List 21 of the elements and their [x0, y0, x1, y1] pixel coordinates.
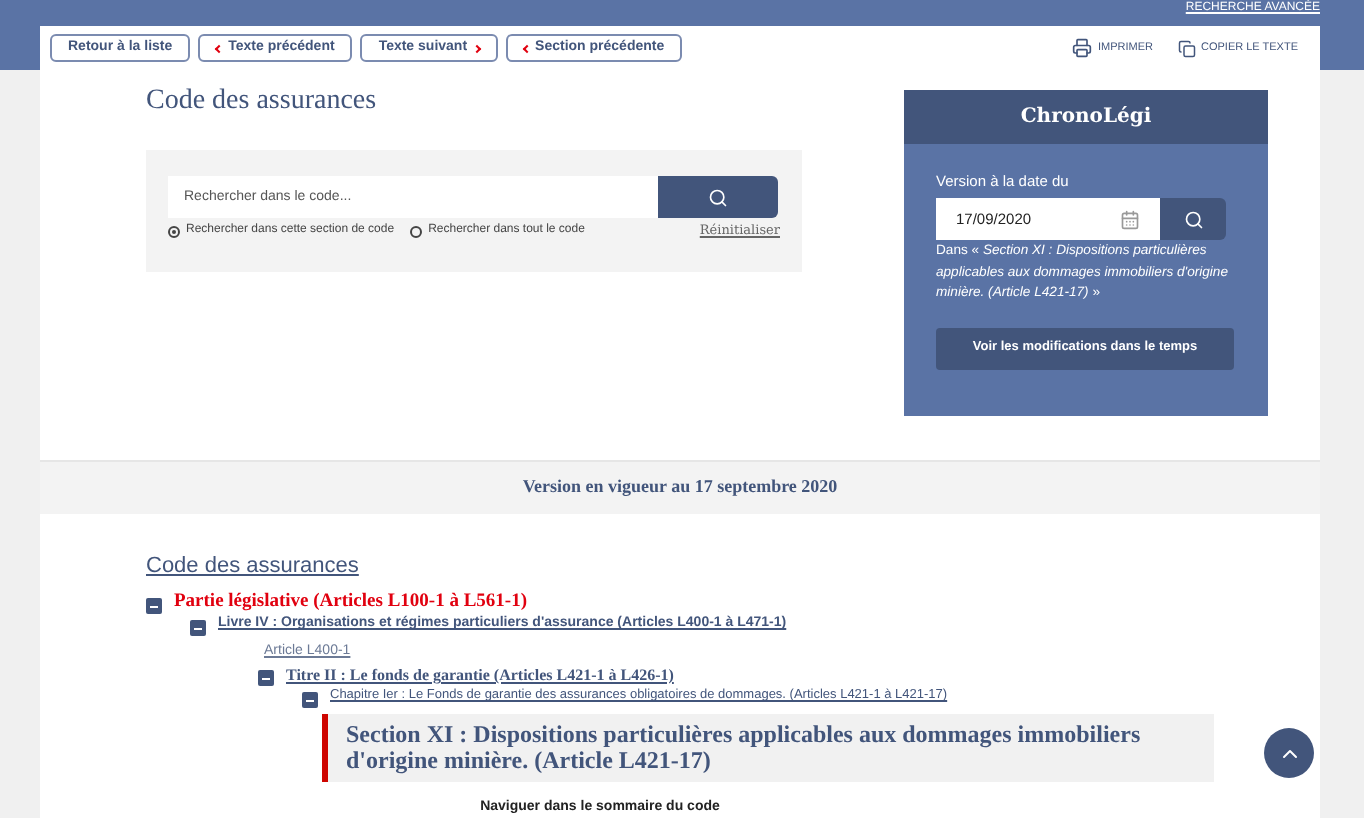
search-icon [708, 187, 728, 207]
chevron-left-icon [215, 43, 224, 53]
copy-icon [1177, 39, 1195, 57]
toc-title-link[interactable]: Code des assurances [146, 554, 359, 578]
collapse-icon[interactable] [190, 620, 206, 636]
chevron-right-icon [471, 43, 481, 53]
current-section-heading: Section XI : Dispositions particulières applicables aux dommages immobiliers d'origine minière. (Article L421-17) [322, 714, 1214, 782]
toc-link[interactable]: Partie législative (Articles L100-1 à L561-1) [174, 592, 527, 614]
search-button[interactable] [658, 176, 778, 218]
panel-title: ChronoLégi [904, 90, 1268, 144]
page-title: Code des assurances [146, 84, 379, 120]
calendar-icon [1120, 209, 1140, 230]
collapse-icon[interactable] [302, 692, 318, 708]
toc-link[interactable]: Titre II : Le fonds de garantie (Articles L421-1 à L426-1) [286, 664, 674, 686]
collapse-icon[interactable] [146, 598, 162, 614]
printer-icon [1072, 38, 1092, 58]
search-icon [1183, 209, 1203, 230]
chevron-left-icon [521, 43, 531, 53]
date-search-button[interactable] [1160, 198, 1226, 241]
collapse-icon[interactable] [258, 670, 274, 686]
version-banner: Version en vigueur au 17 septembre 2020 [40, 460, 1320, 514]
